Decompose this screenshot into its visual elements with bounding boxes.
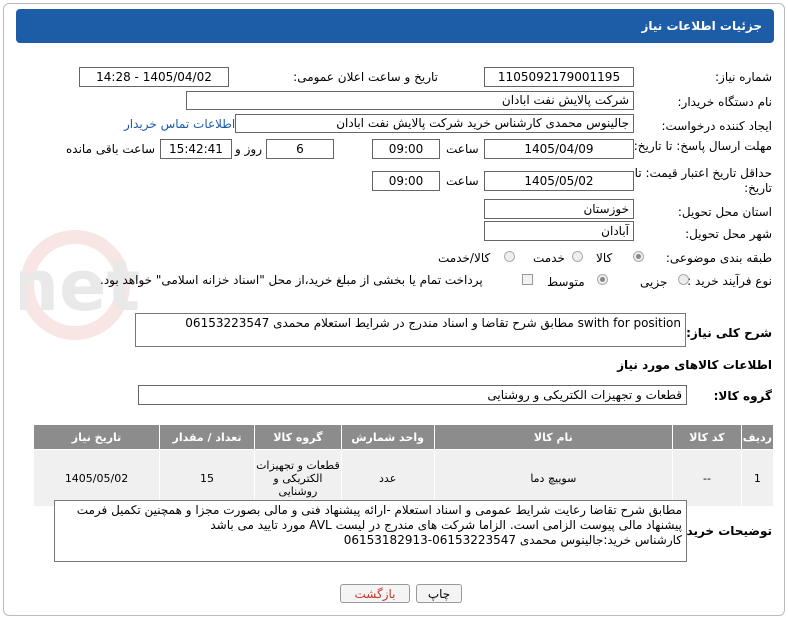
column-header: تعداد / مقدار <box>159 424 255 450</box>
price-date-field: 1405/05/02 <box>484 171 634 191</box>
category-service-label: خدمت <box>533 251 565 265</box>
column-header: گروه کالا <box>254 424 342 450</box>
description-label: شرح کلی نیاز: <box>686 326 772 340</box>
category-both-label: کالا/خدمت <box>438 251 491 265</box>
process-label: نوع فرآیند خرید : <box>687 274 772 288</box>
buyer-notes-field: مطابق شرح تقاضا رعایت شرایط عمومی و اسنا… <box>54 500 687 562</box>
page-title: جزئیات اطلاعات نیاز <box>641 19 762 33</box>
city-label: شهر محل تحویل: <box>685 227 772 241</box>
creator-field: جالینوس محمدی کارشناس خرید شرکت پالایش ن… <box>235 114 634 133</box>
cell-group: قطعات و تجهیزات الکتریکی و روشنایی <box>254 449 342 507</box>
cell-unit: عدد <box>340 449 435 507</box>
back-button[interactable]: بازگشت <box>340 584 410 603</box>
announce-date-field: 1405/04/02 - 14:28 <box>79 67 229 87</box>
column-header: کد کالا <box>672 424 742 450</box>
category-label: طبقه بندی موضوعی: <box>665 251 772 265</box>
category-goods-label: کالا <box>596 251 613 265</box>
cell-code: -- <box>672 449 742 507</box>
need-number-field: 1105092179001195 <box>484 67 634 87</box>
goods-group-field: قطعات و تجهیزات الکتریکی و روشنایی <box>138 385 687 405</box>
remaining-label: ساعت باقی مانده <box>66 142 156 156</box>
category-goods-radio[interactable] <box>633 251 644 262</box>
column-header: واحد شمارش <box>340 424 435 450</box>
process-minor-radio[interactable] <box>678 274 689 285</box>
reply-time-field: 09:00 <box>372 139 440 159</box>
column-header: نام کالا <box>433 424 674 450</box>
goods-group-label: گروه کالا: <box>713 389 772 403</box>
price-time-field: 09:00 <box>372 171 440 191</box>
price-deadline-label: حداقل تاریخ اعتبار قیمت: تا تاریخ: <box>634 166 772 195</box>
cell-row: 1 <box>740 449 775 507</box>
category-both-radio[interactable] <box>504 251 515 262</box>
treasury-checkbox[interactable] <box>522 274 533 285</box>
goods-table: ردیف کد کالا نام کالا واحد شمارش گروه کا… <box>32 424 775 507</box>
column-header: ردیف <box>740 424 775 450</box>
treasury-note: پرداخت تمام یا بخشی از مبلغ خرید،از محل … <box>100 273 483 287</box>
cell-date: 1405/05/02 <box>32 449 161 507</box>
process-minor-label: جزیی <box>640 275 668 289</box>
description-field: swith for position مطابق شرح تقاضا و اسن… <box>135 313 686 347</box>
buyer-org-field: شرکت پالایش نفت ابادان <box>186 91 634 110</box>
remaining-time-field: 15:42:41 <box>160 139 232 159</box>
reply-time-label: ساعت <box>446 142 479 156</box>
buyer-org-label: نام دستگاه خریدار: <box>677 95 773 109</box>
print-button[interactable]: چاپ <box>416 584 462 603</box>
cell-name: سوییچ دما <box>433 449 674 507</box>
page-header: جزئیات اطلاعات نیاز <box>16 9 774 43</box>
province-field: خوزستان <box>484 199 634 219</box>
city-field: آبادان <box>484 221 634 241</box>
category-service-radio[interactable] <box>572 251 583 262</box>
days-label: روز و <box>235 142 262 156</box>
table-row: 1 -- سوییچ دما عدد قطعات و تجهیزات الکتر… <box>32 449 775 507</box>
process-medium-radio[interactable] <box>597 274 608 285</box>
cell-qty: 15 <box>159 449 255 507</box>
days-remaining-field: 6 <box>266 139 334 159</box>
need-number-label: شماره نیاز: <box>715 70 772 84</box>
goods-section-title: اطلاعات کالاهای مورد نیاز <box>617 358 772 372</box>
reply-date-field: 1405/04/09 <box>484 139 634 159</box>
process-medium-label: متوسط <box>547 275 585 289</box>
column-header: تاریخ نیاز <box>32 424 161 450</box>
contact-info-link[interactable]: اطلاعات تماس خریدار <box>124 117 235 131</box>
announce-label: تاریخ و ساعت اعلان عمومی: <box>293 70 438 84</box>
reply-deadline-label: مهلت ارسال پاسخ: تا تاریخ: <box>633 139 772 153</box>
price-time-label: ساعت <box>446 174 479 188</box>
creator-label: ایجاد کننده درخواست: <box>661 119 772 133</box>
province-label: استان محل تحویل: <box>677 205 772 219</box>
